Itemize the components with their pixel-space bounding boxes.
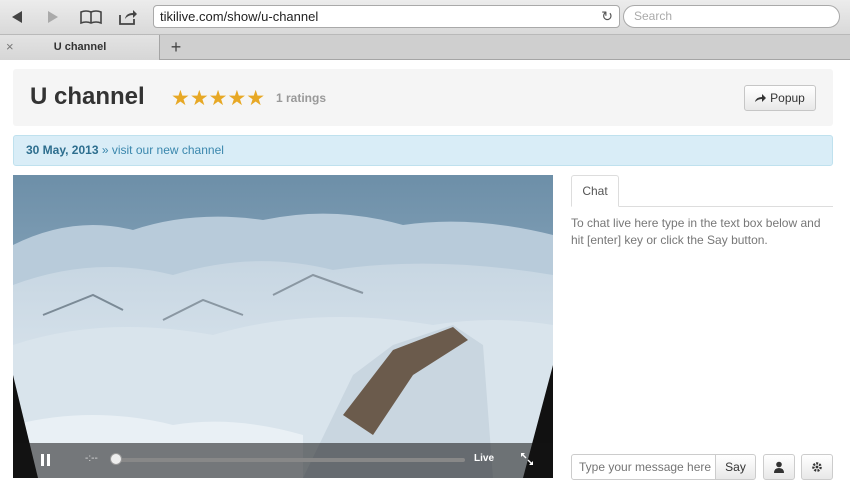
forward-arrow-icon xyxy=(48,11,58,23)
video-player[interactable]: -:-- Live xyxy=(13,175,553,478)
share-arrow-icon xyxy=(755,94,767,102)
browser-toolbar: tikilive.com/show/u-channel ↻ Search xyxy=(0,0,850,35)
book-icon xyxy=(80,10,102,25)
live-label: Live xyxy=(474,453,495,464)
pause-icon[interactable] xyxy=(41,454,51,466)
time-display: -:-- xyxy=(85,453,98,464)
user-icon xyxy=(774,461,784,473)
notice-date: 30 May, 2013 xyxy=(26,143,99,157)
popup-label: Popup xyxy=(770,91,805,105)
url-field[interactable]: tikilive.com/show/u-channel ↻ xyxy=(153,5,620,28)
chat-help-text: To chat live here type in the text box b… xyxy=(571,216,821,247)
rating-stars[interactable]: ★★★★★ xyxy=(171,86,265,111)
fullscreen-icon[interactable] xyxy=(520,452,534,466)
share-button[interactable] xyxy=(117,8,139,26)
tab-label: U channel xyxy=(53,41,107,53)
browser-search-field[interactable]: Search xyxy=(623,5,840,28)
user-button[interactable] xyxy=(763,454,795,480)
tab-u-channel[interactable]: × U channel xyxy=(0,35,160,60)
forward-button[interactable] xyxy=(42,8,64,26)
back-button[interactable] xyxy=(6,8,28,26)
channel-header: U channel ★★★★★ 1 ratings Popup xyxy=(13,69,833,126)
url-text: tikilive.com/show/u-channel xyxy=(160,9,319,24)
seek-bar[interactable] xyxy=(113,458,465,462)
new-tab-button[interactable]: + xyxy=(166,35,186,60)
ratings-count: 1 ratings xyxy=(276,91,327,105)
notice-link[interactable]: » visit our new channel xyxy=(99,143,224,157)
share-icon xyxy=(119,10,137,25)
video-controls: -:-- Live xyxy=(13,443,553,478)
reload-icon[interactable]: ↻ xyxy=(601,6,613,27)
video-frame xyxy=(13,175,553,478)
page-title: U channel xyxy=(30,83,145,110)
notice-bar[interactable]: 30 May, 2013 » visit our new channel xyxy=(13,135,833,166)
say-button[interactable]: Say xyxy=(715,454,756,480)
settings-button[interactable] xyxy=(801,454,833,480)
bookmarks-button[interactable] xyxy=(80,8,102,26)
gear-icon xyxy=(812,462,822,472)
tab-strip: × U channel + xyxy=(0,35,850,60)
chat-message-input[interactable] xyxy=(571,454,716,480)
seek-handle[interactable] xyxy=(110,453,122,465)
tab-chat[interactable]: Chat xyxy=(571,175,619,207)
popup-button[interactable]: Popup xyxy=(744,85,816,111)
back-arrow-icon xyxy=(12,11,22,23)
